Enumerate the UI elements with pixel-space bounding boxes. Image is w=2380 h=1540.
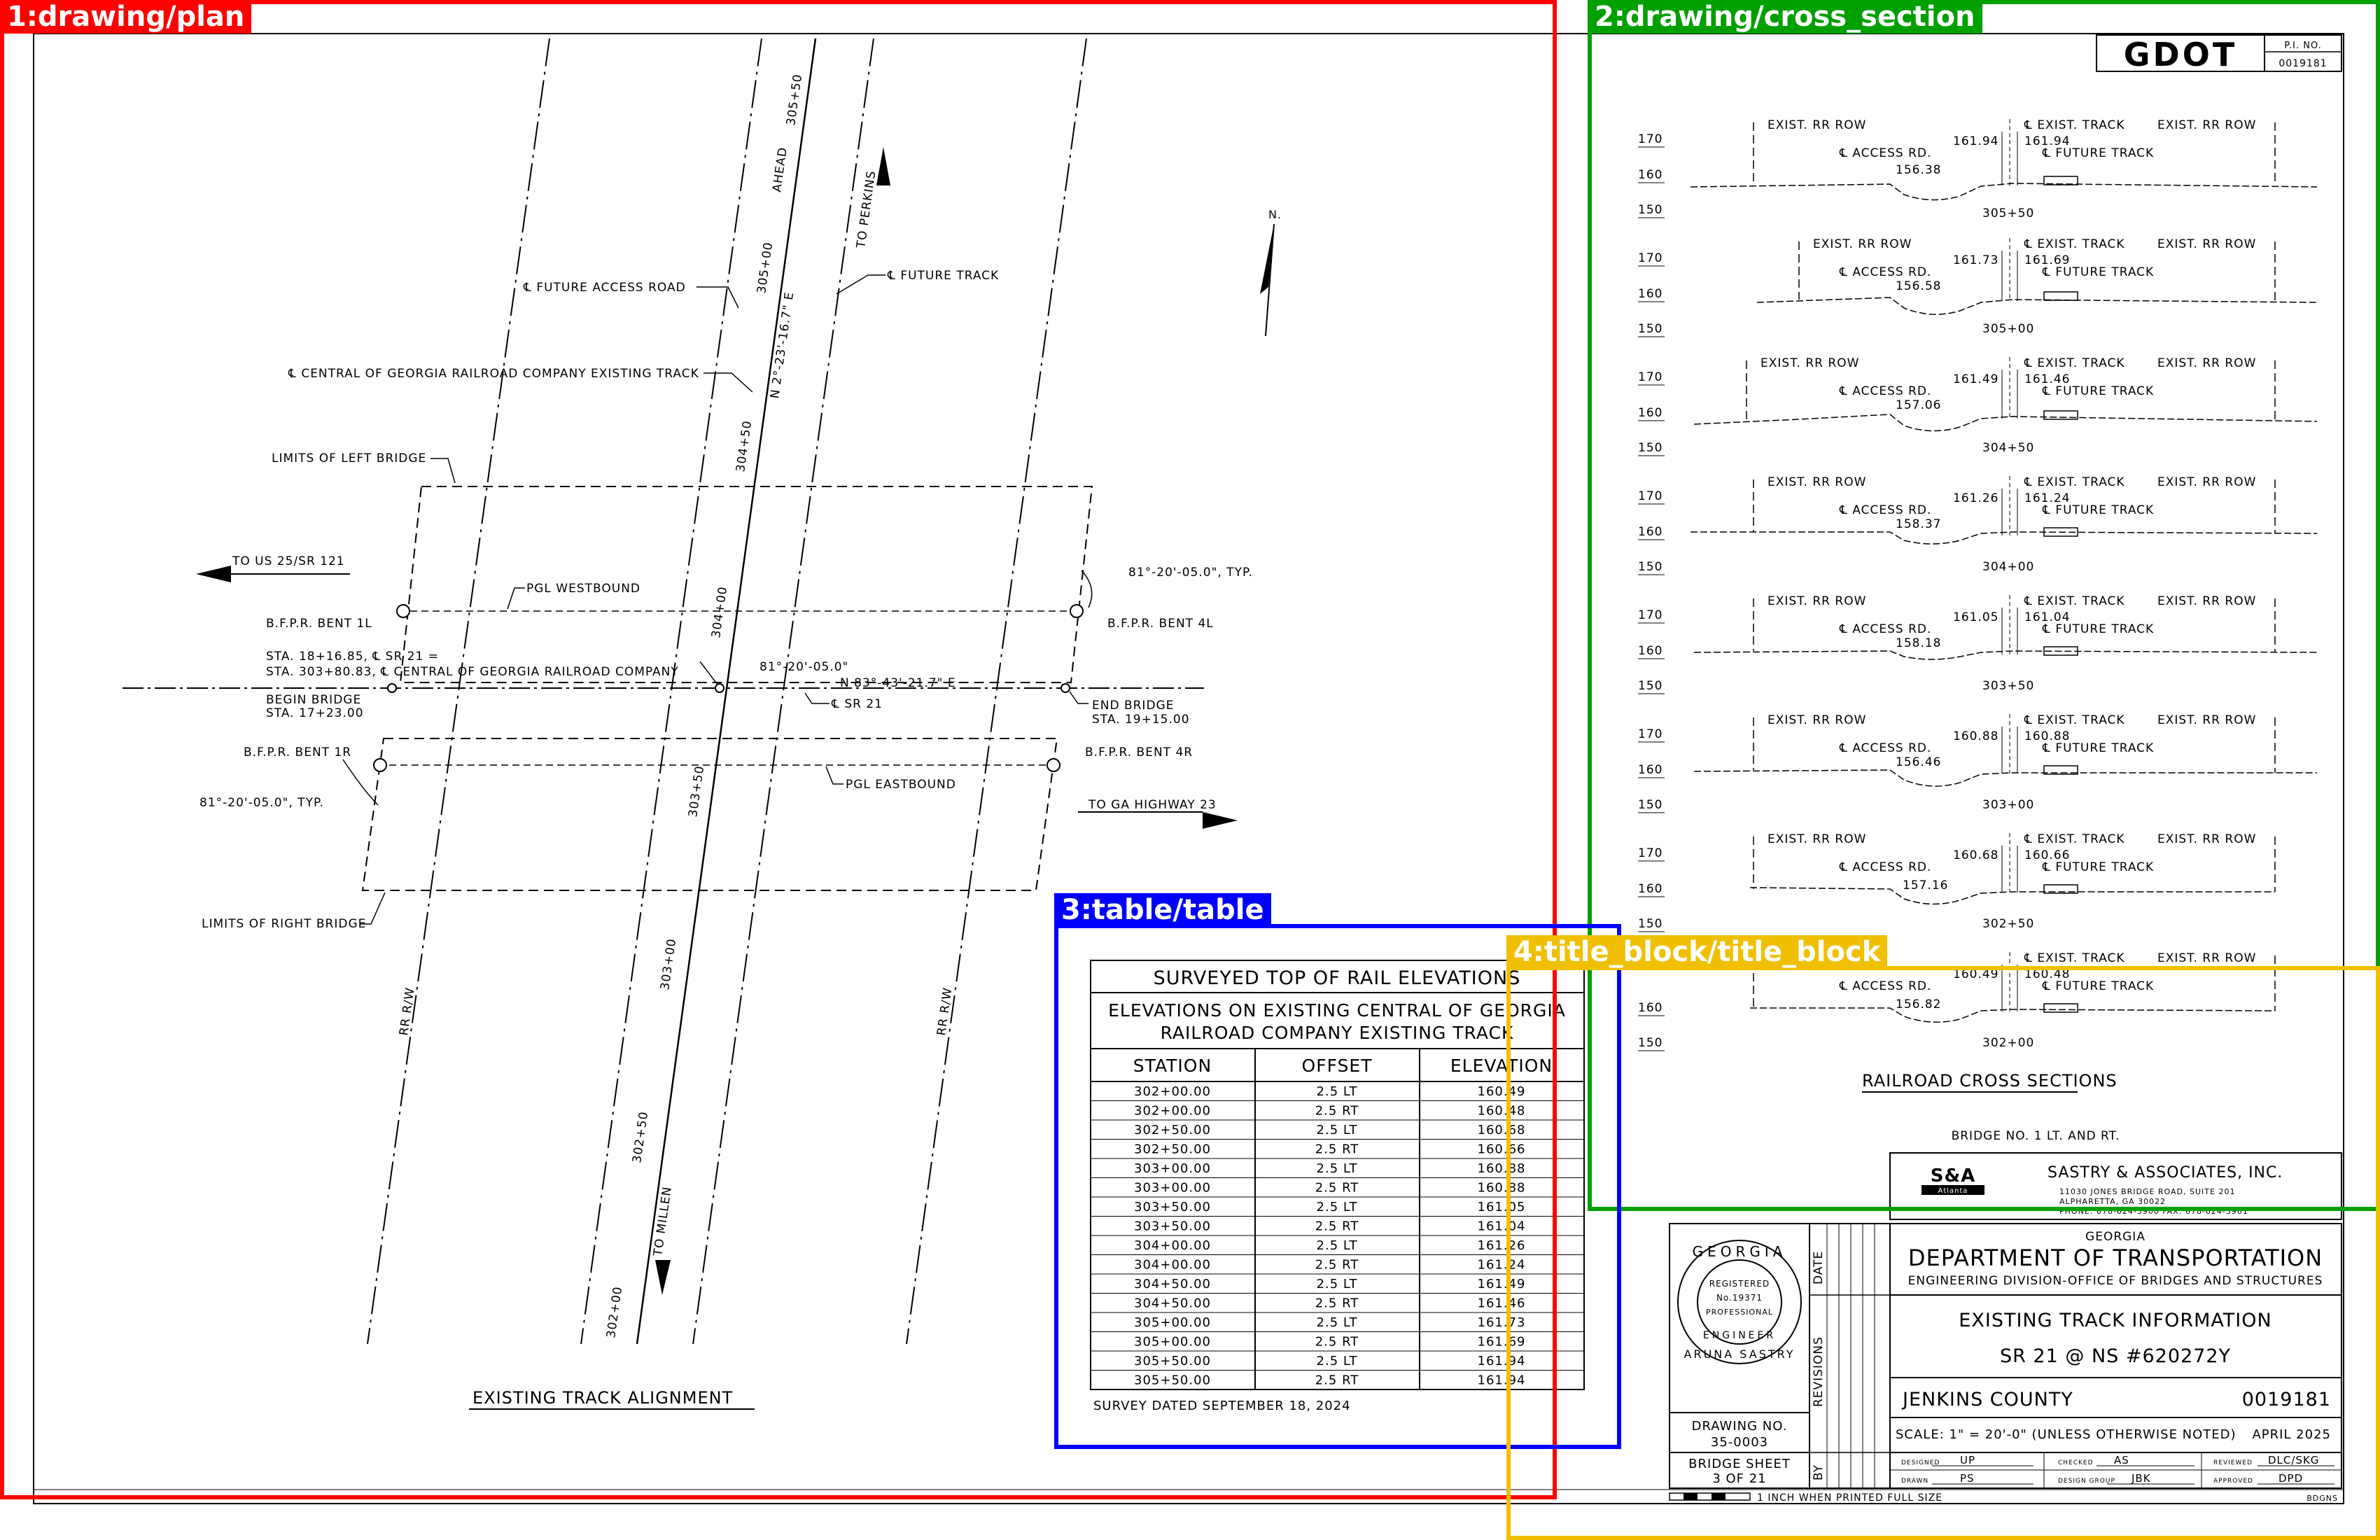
- annotation-label-table: 3:table/table: [1054, 893, 1271, 927]
- annotation-label-cross-section: 2:drawing/cross_section: [1588, 0, 1982, 34]
- annotation-label-title-block: 4:title_block/title_block: [1506, 935, 1888, 969]
- annotation-label-plan: 1:drawing/plan: [0, 0, 252, 34]
- annotation-box-title-block: [1506, 966, 2380, 1540]
